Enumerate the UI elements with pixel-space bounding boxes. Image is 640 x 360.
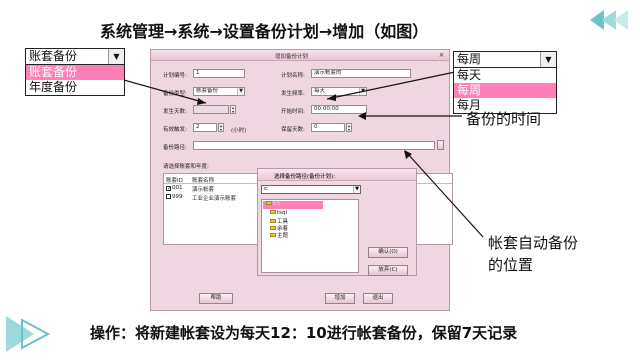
annotation-backup-location-1: 帐套自动备份 bbox=[488, 234, 579, 252]
backup-type-dropdown-zoom[interactable]: 账套备份 ▼ 账套备份 年度备份 bbox=[25, 48, 125, 96]
instruction-text: 操作：将新建帐套设为每天12：10进行帐套备份，保留7天记录 bbox=[90, 324, 518, 342]
dropdown-current[interactable]: 每周 ▼ bbox=[454, 52, 556, 68]
chevron-down-icon[interactable]: ▼ bbox=[108, 49, 124, 64]
dropdown-option[interactable]: 账套备份 bbox=[26, 65, 124, 80]
freq-dropdown-zoom[interactable]: 每周 ▼ 每天 每周 每月 bbox=[453, 51, 557, 114]
dropdown-option[interactable]: 每周 bbox=[454, 83, 556, 98]
dropdown-current-value: 账套备份 bbox=[29, 49, 78, 63]
dropdown-current-value: 每周 bbox=[457, 52, 482, 66]
chevron-down-icon[interactable]: ▼ bbox=[540, 52, 556, 67]
annotation-backup-time: 备份的时间 bbox=[466, 110, 542, 128]
dropdown-option[interactable]: 年度备份 bbox=[26, 80, 124, 95]
dropdown-current[interactable]: 账套备份 ▼ bbox=[26, 49, 124, 65]
dropdown-option[interactable]: 每天 bbox=[454, 68, 556, 83]
annotation-backup-location-2: 的位置 bbox=[488, 256, 534, 274]
